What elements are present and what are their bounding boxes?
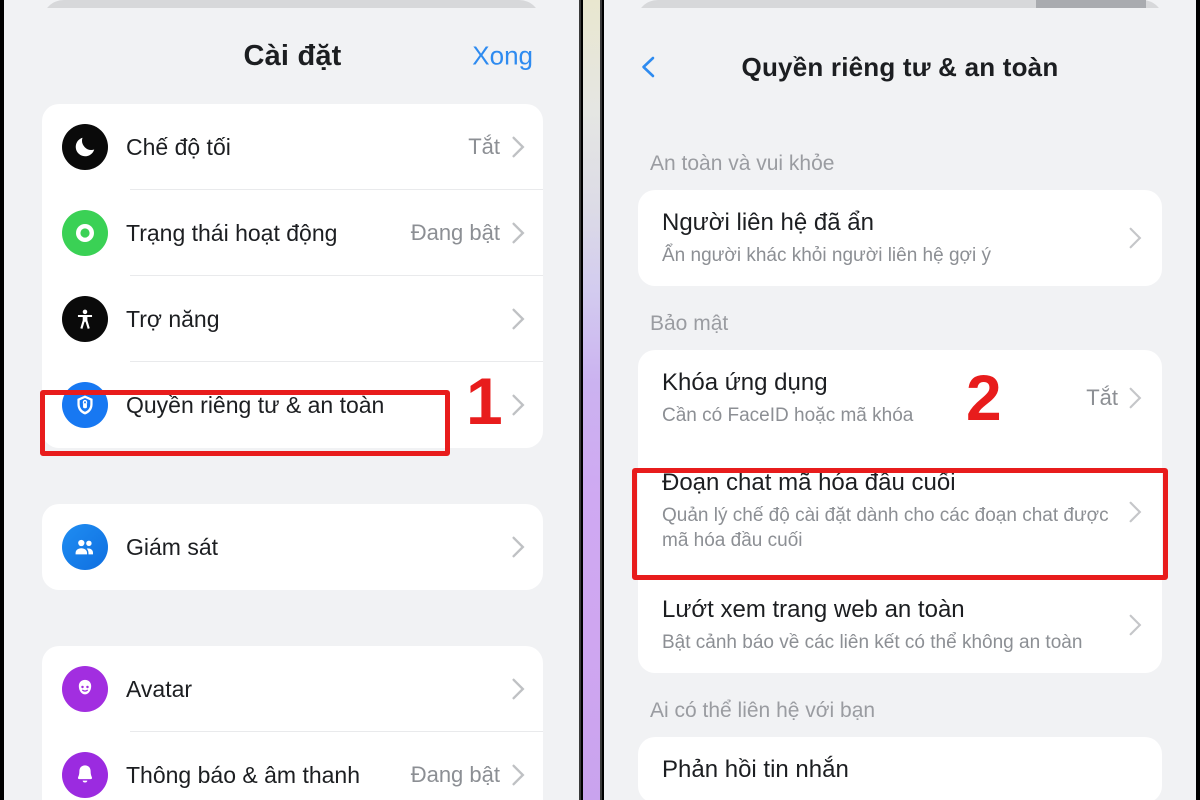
chevron-right-icon bbox=[512, 308, 525, 330]
list-item-value: Tắt bbox=[1086, 385, 1118, 411]
sidebar-item-label: Avatar bbox=[126, 675, 193, 702]
sidebar-item-supervision[interactable]: Giám sát bbox=[42, 504, 543, 590]
list-item-title: Người liên hệ đã ẩn bbox=[662, 209, 874, 236]
section-card-safety: Người liên hệ đã ẩn Ẩn người khác khỏi n… bbox=[638, 190, 1162, 287]
list-item-safe-browsing[interactable]: Lướt xem trang web an toàn Bật cảnh báo … bbox=[638, 577, 1162, 673]
done-button[interactable]: Xong bbox=[472, 41, 533, 72]
list-item-subtitle: Cần có FaceID hoặc mã khóa bbox=[662, 405, 914, 427]
moon-icon bbox=[62, 124, 108, 170]
page-title: Quyền riêng tư & an toàn bbox=[741, 51, 1059, 82]
list-item-subtitle: Bật cảnh báo về các liên kết có thể khôn… bbox=[662, 632, 1083, 654]
section-card-who-can-contact: Phản hồi tin nhắn bbox=[638, 737, 1162, 800]
accessibility-icon bbox=[62, 296, 108, 342]
step-number-1: 1 bbox=[466, 364, 503, 438]
settings-group-3: Avatar Thông báo & âm thanh Đang bật bbox=[42, 646, 543, 800]
sidebar-item-label: Trợ năng bbox=[126, 305, 220, 332]
sidebar-item-label: Giám sát bbox=[126, 533, 219, 560]
list-item-subtitle: Quản lý chế độ cài đặt dành cho các đoạn… bbox=[662, 505, 1109, 552]
chevron-right-icon bbox=[1129, 615, 1142, 636]
section-heading-security: Bảo mật bbox=[650, 312, 729, 336]
section-card-security: Khóa ứng dụng Cần có FaceID hoặc mã khóa… bbox=[638, 350, 1162, 674]
list-item-title: Phản hồi tin nhắn bbox=[662, 756, 849, 784]
chevron-right-icon bbox=[512, 136, 525, 158]
list-item-subtitle: Ẩn người khác khỏi người liên hệ gợi ý bbox=[662, 245, 991, 266]
list-item-title: Lướt xem trang web an toàn bbox=[662, 596, 965, 624]
chevron-left-icon[interactable] bbox=[638, 56, 660, 78]
list-item-encrypted-chats[interactable]: Đoạn chat mã hóa đầu cuối Quản lý chế độ… bbox=[638, 446, 1162, 577]
chevron-right-icon bbox=[512, 536, 525, 558]
sidebar-item-accessibility[interactable]: Trợ năng bbox=[42, 276, 543, 362]
chevron-right-icon bbox=[512, 394, 525, 416]
list-item-hidden-contacts[interactable]: Người liên hệ đã ẩn Ẩn người khác khỏi n… bbox=[638, 190, 1162, 286]
sidebar-item-value: Đang bật bbox=[410, 220, 500, 245]
list-item-message-requests[interactable]: Phản hồi tin nhắn bbox=[638, 737, 1162, 800]
sidebar-item-label: Thông báo & âm thanh bbox=[126, 761, 360, 788]
left-header: Cài đặt Xong bbox=[18, 8, 567, 104]
sidebar-item-label: Chế độ tối bbox=[126, 133, 231, 160]
section-heading-safety: An toàn và vui khỏe bbox=[650, 152, 835, 175]
notification-icon bbox=[62, 752, 108, 798]
panel-gradient-seam bbox=[583, 0, 600, 800]
sidebar-item-value: Đang bật bbox=[410, 762, 500, 787]
sidebar-item-active-status[interactable]: Trạng thái hoạt động Đang bật bbox=[42, 190, 543, 276]
supervision-icon bbox=[62, 524, 108, 570]
screenshot-stage: Cài đặt Xong Chế độ tối Tắt Trạng thái h… bbox=[0, 0, 1200, 800]
sidebar-item-dark-mode[interactable]: Chế độ tối Tắt bbox=[42, 104, 543, 190]
page-title: Cài đặt bbox=[243, 39, 342, 72]
step-number-2: 2 bbox=[966, 362, 1002, 434]
sidebar-item-avatar[interactable]: Avatar bbox=[42, 646, 543, 732]
section-heading-who-can-contact: Ai có thể liên hệ với bạn bbox=[650, 699, 876, 723]
right-phone-panel: Quyền riêng tư & an toàn An toàn và vui … bbox=[604, 0, 1196, 800]
right-header: Quyền riêng tư & an toàn bbox=[614, 8, 1186, 126]
panel-divider-left-edge bbox=[579, 0, 581, 800]
list-item-title: Đoạn chat mã hóa đầu cuối bbox=[662, 469, 956, 497]
list-item-title: Khóa ứng dụng bbox=[662, 369, 828, 397]
chevron-right-icon bbox=[512, 764, 525, 786]
avatar-icon bbox=[62, 666, 108, 712]
list-item-app-lock[interactable]: Khóa ứng dụng Cần có FaceID hoặc mã khóa… bbox=[638, 350, 1162, 446]
settings-group-2: Giám sát bbox=[42, 504, 543, 590]
chevron-right-icon bbox=[512, 222, 525, 244]
chevron-right-icon bbox=[512, 678, 525, 700]
panel-divider-right-edge bbox=[600, 0, 602, 800]
chevron-right-icon bbox=[1129, 227, 1142, 249]
chevron-right-icon bbox=[1129, 501, 1142, 523]
sidebar-item-label: Trạng thái hoạt động bbox=[126, 219, 338, 246]
sidebar-item-value: Tắt bbox=[468, 134, 500, 159]
chevron-right-icon bbox=[1129, 387, 1142, 409]
privacy-lock-icon bbox=[62, 382, 108, 428]
sidebar-item-label: Quyền riêng tư & an toàn bbox=[126, 391, 385, 418]
active-status-icon bbox=[62, 210, 108, 256]
privacy-settings-sheet: Quyền riêng tư & an toàn An toàn và vui … bbox=[614, 8, 1186, 800]
sidebar-item-notifications-sounds[interactable]: Thông báo & âm thanh Đang bật bbox=[42, 732, 543, 800]
